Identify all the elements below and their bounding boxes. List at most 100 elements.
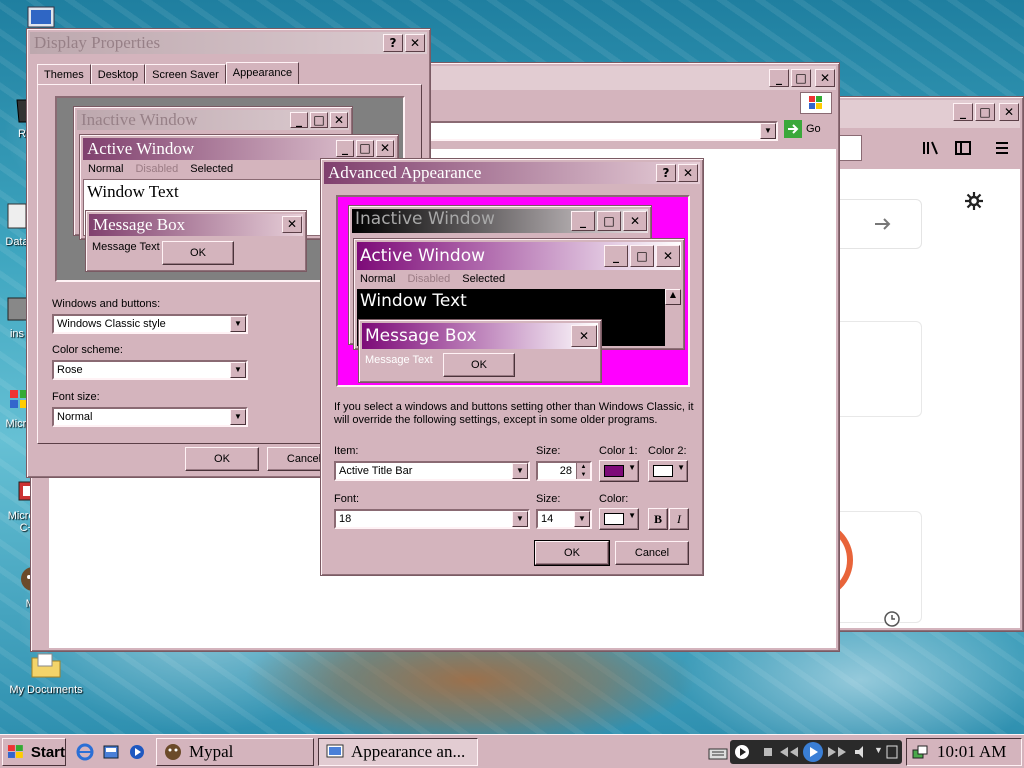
close-button: ✕ [656,245,680,267]
keyboard-icon[interactable] [708,745,728,761]
arrow-right-icon[interactable] [873,216,893,232]
color2-picker[interactable]: ▼ [648,460,688,482]
mypal-icon [165,744,181,760]
show-desktop-icon[interactable] [102,743,120,761]
gear-icon[interactable] [964,191,984,211]
tab-screen-saver[interactable]: Screen Saver [145,64,226,84]
ok-label: OK [564,547,580,559]
sidebar-icon[interactable] [954,140,972,156]
media-player-icon[interactable] [128,743,146,761]
chevron-down-icon[interactable]: ▼ [230,409,246,425]
color1-label: Color 1: [599,445,638,457]
media-play-icon[interactable] [802,741,824,763]
preview-active-title: Active Window [360,246,486,266]
item-select[interactable]: Active Title Bar ▼ [334,461,530,481]
select-value: Rose [57,364,83,376]
maximize-button[interactable]: □ [975,103,995,121]
chevron-down-icon: ▼ [628,463,636,472]
tab-desktop[interactable]: Desktop [90,64,146,84]
item-size-stepper[interactable]: 28 ▲ ▼ [536,461,592,481]
start-button[interactable]: Start [2,738,66,766]
start-label: Start [30,743,65,761]
minimize-button[interactable]: _ [769,69,789,87]
item-label: Item: [334,445,359,457]
internet-explorer-icon[interactable] [76,743,94,761]
menu-normal: Normal [360,273,396,285]
bold-button[interactable]: B [648,508,668,530]
help-button[interactable]: ? [383,34,403,52]
window-text: Window Text [360,291,467,311]
italic-label: I [677,512,681,526]
tab-appearance[interactable]: Appearance [225,62,300,85]
advanced-titlebar: Advanced Appearance [324,162,700,184]
close-button[interactable]: ✕ [999,103,1019,121]
close-button[interactable]: ✕ [815,69,835,87]
chevron-down-icon[interactable]: ▼ [512,463,528,479]
close-button: ✕ [330,112,348,128]
select-value: 14 [541,513,554,525]
ok-button[interactable]: OK [534,540,610,566]
preview-menu: Normal Disabled Selected [360,273,505,285]
taskbar-item-appearance[interactable]: Appearance an... [318,738,478,766]
preview-message-box: Message Box ✕ Message Text OK [85,210,307,272]
previous-icon[interactable] [778,745,800,759]
italic-button[interactable]: I [669,508,689,530]
chevron-down-icon[interactable]: ▼ [512,511,528,527]
font-size-select[interactable]: 14 ▼ [536,509,592,529]
tab-themes[interactable]: Themes [37,64,91,84]
font-color-picker[interactable]: ▼ [599,508,639,530]
browser-toolbar [822,131,1020,167]
play-icon[interactable] [734,744,750,760]
windows-flag-icon [7,745,23,758]
volume-icon[interactable] [854,745,870,759]
close-button: ✕ [376,140,394,157]
next-icon[interactable] [826,745,848,759]
font-size-select[interactable]: Normal ▼ [52,407,248,427]
chevron-down-icon[interactable]: ▼ [574,511,590,527]
browser-window: _ □ ✕ [812,96,1024,632]
color2-label: Color 2: [648,445,687,457]
stop-icon[interactable] [764,748,772,756]
taskbar-item-mypal[interactable]: Mypal [156,738,314,766]
help-button[interactable]: ? [656,164,676,182]
select-value: Windows Classic style [57,318,166,330]
close-button[interactable]: ✕ [405,34,425,52]
maximize-button[interactable]: □ [791,69,811,87]
media-toolbar[interactable]: ▼ [730,740,902,764]
display-properties-icon [326,744,344,758]
font-size-label: Font size: [52,391,100,403]
menu-icon[interactable] [994,140,1010,156]
minimize-button[interactable]: _ [953,103,973,121]
desktop-icon-label: My Documents [9,684,83,696]
menu-disabled: Disabled [135,163,179,175]
select-value: 18 [339,513,352,525]
font-select[interactable]: 18 ▼ [334,509,530,529]
advanced-preview: Inactive Window _ □ ✕ Active Window _ □ … [336,195,690,387]
chevron-down-icon[interactable]: ▼ [874,745,883,755]
font-size-label: Size: [536,493,561,505]
color1-picker[interactable]: ▼ [599,460,639,482]
windows-buttons-select[interactable]: Windows Classic style ▼ [52,314,248,334]
ok-label: OK [190,247,206,259]
cancel-button[interactable]: Cancel [615,541,689,565]
library-icon[interactable] [922,140,940,156]
preview-ok-button: OK [162,241,234,265]
chevron-down-icon: ▼ [628,511,636,520]
chevron-down-icon[interactable]: ▼ [230,316,246,332]
maximize-button: □ [356,140,374,157]
network-icon[interactable] [911,744,929,762]
preview-inactive-title: Inactive Window [355,209,495,229]
color-scheme-select[interactable]: Rose ▼ [52,360,248,380]
close-button[interactable]: ✕ [678,164,698,182]
go-arrow-icon [784,120,802,138]
desktop-icon-my-documents[interactable]: My Documents [8,648,84,696]
taskbar: Start Mypal Appearance an... ▼ 10:01 AM [0,734,1024,768]
chevron-down-icon[interactable]: ▼ [760,123,776,139]
minimize-button: _ [604,245,628,267]
ok-button[interactable]: OK [185,447,259,471]
restore-player-icon[interactable] [886,744,898,760]
spin-icon[interactable]: ▲ ▼ [576,463,590,479]
go-button[interactable]: Go [784,120,821,138]
chevron-down-icon[interactable]: ▼ [230,362,246,378]
tab-strip: Themes Desktop Screen Saver Appearance [37,62,300,85]
